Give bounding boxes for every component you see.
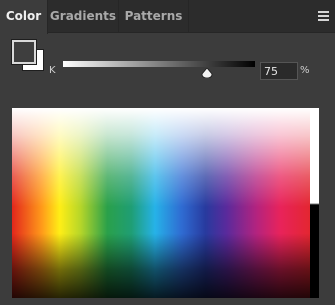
panel-menu-icon[interactable] <box>318 11 329 21</box>
slider-channel-label: K <box>49 65 56 76</box>
tab-gradients[interactable]: Gradients <box>48 0 119 33</box>
slider-thumb-icon[interactable] <box>201 68 213 78</box>
grayscale-ramp[interactable] <box>310 108 319 298</box>
black-slider-track[interactable] <box>63 61 255 67</box>
panel-tab-bar: Color Gradients Patterns <box>0 0 335 34</box>
color-spectrum-ramp[interactable] <box>12 108 310 298</box>
spectrum-lightness-layer <box>12 108 310 298</box>
slider-unit-label: % <box>300 65 310 76</box>
foreground-color-swatch[interactable] <box>12 40 36 64</box>
slider-value-input[interactable]: 75 <box>260 62 298 80</box>
tab-patterns[interactable]: Patterns <box>119 0 189 33</box>
tab-color[interactable]: Color <box>0 0 48 34</box>
